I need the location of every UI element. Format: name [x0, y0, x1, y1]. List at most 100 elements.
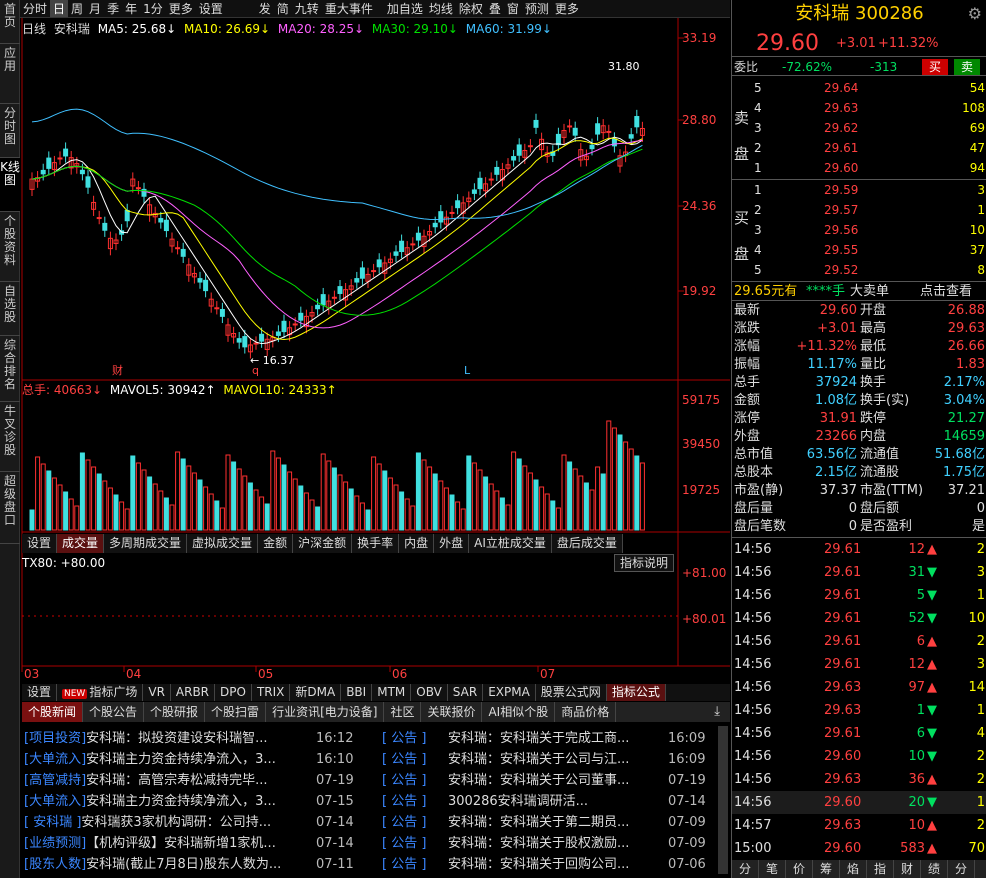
sub-tab-4[interactable]: 金额: [258, 534, 294, 553]
news-item-left[interactable]: [项目投资]安科瑞：拟投资建设安科瑞智... 16:12: [24, 728, 374, 749]
toolbar-item-17[interactable]: 窗: [504, 0, 522, 17]
left-tab-1[interactable]: 应用: [0, 44, 20, 104]
toolbar-item-13[interactable]: 加自选: [384, 0, 426, 17]
indicator-tab-5[interactable]: TRIX: [252, 684, 291, 701]
toolbar-item-10[interactable]: 简: [274, 0, 292, 17]
ask-row[interactable]: 4 29.63 108: [732, 98, 986, 118]
left-tab-8[interactable]: 超级盘口: [0, 472, 20, 544]
sub-tab-2[interactable]: 多周期成交量: [104, 534, 188, 553]
indicator-tab-2[interactable]: VR: [143, 684, 171, 701]
toolbar-item-12[interactable]: 重大事件: [322, 0, 376, 17]
left-tab-0[interactable]: 首页: [0, 0, 20, 44]
quote-tab-1[interactable]: 笔: [759, 860, 786, 878]
news-item-left[interactable]: [大单流入]安科瑞主力资金持续净流入，3... 16:10: [24, 749, 374, 770]
news-item-left[interactable]: [高管减持]安科瑞：高管宗寿松减持完毕... 07-19: [24, 770, 374, 791]
toolbar-item-9[interactable]: 发: [256, 0, 274, 17]
sub-tab-0[interactable]: 设置: [22, 534, 58, 553]
toolbar-item-15[interactable]: 除权: [456, 0, 486, 17]
quote-tab-4[interactable]: 焰: [840, 860, 867, 878]
quote-tab-2[interactable]: 价: [786, 860, 813, 878]
indicator-tab-10[interactable]: SAR: [448, 684, 484, 701]
left-tab-3[interactable]: K线图: [0, 158, 20, 212]
indicator-tab-6[interactable]: 新DMA: [290, 684, 342, 701]
indicator-tab-0[interactable]: 设置: [22, 684, 58, 701]
indicator-tab-1[interactable]: NEW 指标广场: [57, 684, 144, 701]
indicator-explain-button[interactable]: 指标说明: [614, 554, 675, 572]
quote-tab-7[interactable]: 绩: [921, 860, 948, 878]
news-item-right[interactable]: [ 公告 ] 安科瑞：安科瑞关于回购公司... 07-06: [382, 854, 712, 875]
kline-chart-area[interactable]: 33.19 28.80 24.36 19.92 59175 39450 19725 +81.0…: [20, 18, 730, 681]
indicator-tab-8[interactable]: MTM: [372, 684, 412, 701]
toolbar-item-14[interactable]: 均线: [426, 0, 456, 17]
news-tab-5[interactable]: 社区: [384, 702, 422, 722]
left-tab-6[interactable]: 综合排名: [0, 336, 20, 402]
left-tab-5[interactable]: 自选股: [0, 282, 20, 336]
ask-row[interactable]: 1 29.60 94: [732, 158, 986, 178]
left-tab-7[interactable]: 牛叉诊股: [0, 402, 20, 472]
bigorder-link[interactable]: 点击查看: [920, 282, 972, 302]
toolbar-item-6[interactable]: 1分: [140, 0, 166, 17]
sub-tab-3[interactable]: 虚拟成交量: [187, 534, 259, 553]
bid-row[interactable]: 3 29.56 10: [732, 220, 986, 240]
news-tab-8[interactable]: 商品价格: [555, 702, 617, 722]
sell-button[interactable]: 卖: [954, 59, 980, 75]
indicator-tab-9[interactable]: OBV: [411, 684, 448, 701]
sub-tab-5[interactable]: 沪深金额: [293, 534, 353, 553]
indicator-tab-12[interactable]: 股票公式网: [536, 684, 607, 701]
toolbar-item-11[interactable]: 九转: [292, 0, 322, 17]
left-tab-2[interactable]: 分时图: [0, 104, 20, 158]
indicator-tab-11[interactable]: EXPMA: [483, 684, 536, 701]
news-item-right[interactable]: [ 公告 ] 安科瑞：安科瑞关于公司与江... 16:09: [382, 749, 712, 770]
news-scrollbar[interactable]: [718, 726, 728, 874]
news-item-right[interactable]: [ 公告 ] 300286安科瑞调研活... 07-14: [382, 791, 712, 812]
indicator-tab-4[interactable]: DPO: [215, 684, 252, 701]
news-item-left[interactable]: [股东人数]安科瑞(截止7月8日)股东人数为... 07-11: [24, 854, 374, 875]
toolbar-item-3[interactable]: 月: [86, 0, 104, 17]
ask-row[interactable]: 5 29.64 54: [732, 78, 986, 98]
sub-tab-9[interactable]: AI立桩成交量: [469, 534, 552, 553]
toolbar-item-7[interactable]: 更多: [166, 0, 196, 17]
ask-row[interactable]: 2 29.61 47: [732, 138, 986, 158]
toolbar-item-4[interactable]: 季: [104, 0, 122, 17]
bid-row[interactable]: 1 29.59 3: [732, 180, 986, 200]
indicator-tab-7[interactable]: BBI: [341, 684, 373, 701]
gear-icon[interactable]: ⚙: [968, 4, 982, 23]
toolbar-item-16[interactable]: 叠: [486, 0, 504, 17]
news-item-left[interactable]: [大单流入]安科瑞主力资金持续净流入，3... 07-15: [24, 791, 374, 812]
news-tab-4[interactable]: 行业资讯[电力设备]: [266, 702, 385, 722]
news-item-right[interactable]: [ 公告 ] 安科瑞：安科瑞关于公司董事... 07-19: [382, 770, 712, 791]
news-item-right[interactable]: [ 公告 ] 安科瑞：安科瑞关于完成工商... 16:09: [382, 728, 712, 749]
toolbar-item-18[interactable]: 预测: [522, 0, 552, 17]
sub-tab-8[interactable]: 外盘: [434, 534, 470, 553]
download-icon[interactable]: ⤓: [714, 704, 720, 719]
toolbar-item-19[interactable]: 更多: [552, 0, 582, 17]
kline-chart-svg[interactable]: 33.19 28.80 24.36 19.92 59175 39450 19725 +81.0…: [20, 18, 730, 681]
bid-row[interactable]: 4 29.55 37: [732, 240, 986, 260]
buy-button[interactable]: 买: [922, 59, 948, 75]
indicator-tab-13[interactable]: 指标公式: [606, 684, 666, 701]
quote-tab-5[interactable]: 指: [867, 860, 894, 878]
sub-tab-10[interactable]: 盘后成交量: [552, 534, 623, 553]
toolbar-item-0[interactable]: 分时: [20, 0, 50, 17]
quote-tab-3[interactable]: 筹: [813, 860, 840, 878]
news-item-left[interactable]: [ 安科瑞 ]安科瑞获3家机构调研：公司持... 07-14: [24, 812, 374, 833]
news-tab-2[interactable]: 个股研报: [144, 702, 206, 722]
news-tab-0[interactable]: 个股新闻: [22, 702, 84, 722]
toolbar-item-5[interactable]: 年: [122, 0, 140, 17]
toolbar-item-1[interactable]: 日: [50, 0, 69, 17]
news-item-right[interactable]: [ 公告 ] 安科瑞：安科瑞关于第二期员... 07-09: [382, 812, 712, 833]
news-tab-7[interactable]: AI相似个股: [482, 702, 556, 722]
quote-tab-8[interactable]: 分: [948, 860, 975, 878]
news-item-left[interactable]: [业绩预测]【机构评级】安科瑞新增1家机... 07-14: [24, 833, 374, 854]
news-tab-6[interactable]: 关联报价: [421, 702, 483, 722]
quote-tab-0[interactable]: 分: [732, 860, 759, 878]
toolbar-item-2[interactable]: 周: [68, 0, 86, 17]
news-item-right[interactable]: [ 公告 ] 安科瑞：安科瑞关于股权激励... 07-09: [382, 833, 712, 854]
indicator-tab-3[interactable]: ARBR: [171, 684, 216, 701]
news-tab-1[interactable]: 个股公告: [83, 702, 145, 722]
bid-row[interactable]: 2 29.57 1: [732, 200, 986, 220]
ask-row[interactable]: 3 29.62 69: [732, 118, 986, 138]
news-tab-3[interactable]: 个股扫雷: [205, 702, 267, 722]
toolbar-item-8[interactable]: 设置: [196, 0, 226, 17]
quote-tab-6[interactable]: 财: [894, 860, 921, 878]
